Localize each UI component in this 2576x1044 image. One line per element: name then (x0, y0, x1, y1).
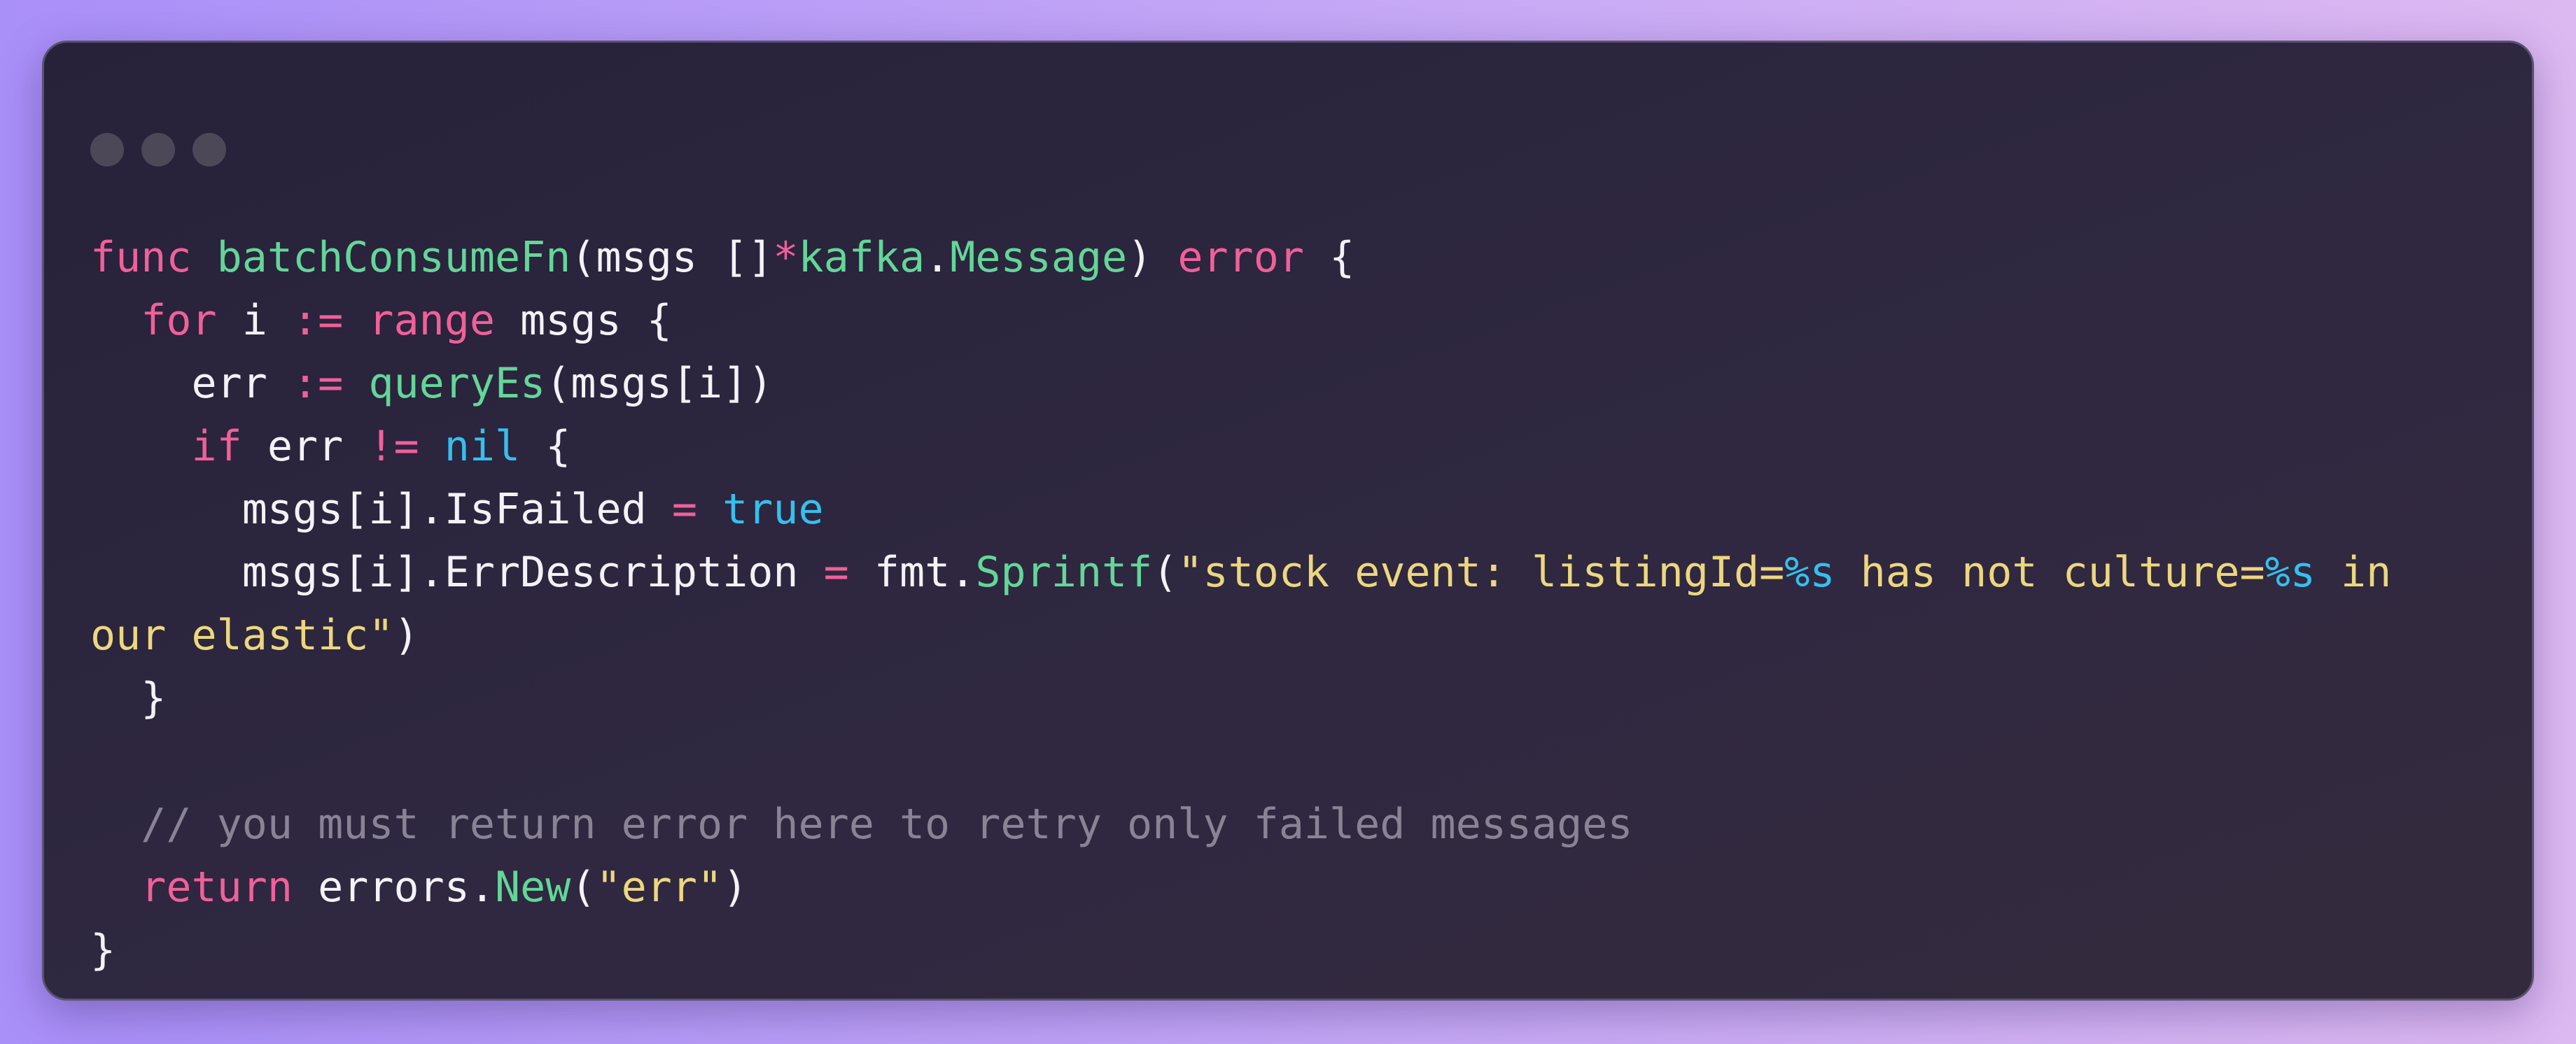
code-token: { (1303, 233, 1355, 282)
code-token: has not culture= (1835, 548, 2265, 597)
code-token: Message (950, 233, 1128, 282)
code-token: "err" (596, 863, 723, 912)
code-token: // you must return error here to retry o… (90, 800, 1633, 849)
code-token: { (520, 422, 571, 471)
code-token: msgs { (495, 296, 672, 345)
code-token: } (90, 926, 116, 975)
code-token: (msgs[i]) (545, 359, 774, 408)
code-line: return errors.New("err") (90, 856, 2391, 919)
code-line: msgs[i].IsFailed = true (90, 478, 2391, 541)
code-window: func batchConsumeFn(msgs []*kafka.Messag… (42, 41, 2534, 1001)
code-token: err (90, 359, 293, 408)
code-token: (msgs [] (570, 233, 774, 282)
code-token: := (293, 296, 344, 345)
code-token: . (925, 233, 951, 282)
code-token: ) (722, 863, 748, 912)
code-token: } (90, 674, 167, 723)
code-token: "stock event: listingId= (1177, 548, 1785, 597)
code-token: func (90, 233, 192, 282)
code-token: msgs[i].ErrDescription (90, 548, 824, 597)
code-token: i (216, 296, 293, 345)
code-token: ( (570, 863, 596, 912)
code-line: msgs[i].ErrDescription = fmt.Sprintf("st… (90, 541, 2392, 604)
code-token: if (191, 422, 242, 471)
code-token: in (2315, 548, 2392, 597)
code-token: our elastic" (90, 611, 394, 660)
code-line: our elastic") (90, 604, 2391, 667)
code-token: return (141, 863, 293, 912)
code-line: if err != nil { (90, 415, 2391, 478)
window-controls (90, 133, 226, 167)
code-token: * (773, 233, 799, 282)
code-token: queryEs (368, 359, 546, 408)
code-token: err (241, 422, 369, 471)
code-token: fmt. (848, 548, 976, 597)
code-token: New (494, 863, 571, 912)
code-token: kafka (798, 233, 925, 282)
code-token: = (671, 485, 697, 534)
close-dot-icon[interactable] (90, 133, 124, 167)
code-block: func batchConsumeFn(msgs []*kafka.Messag… (90, 226, 2391, 982)
code-token: range (368, 296, 495, 345)
code-token: ) (393, 611, 419, 660)
code-line: err := queryEs(msgs[i]) (90, 352, 2391, 415)
minimize-dot-icon[interactable] (141, 133, 175, 167)
code-token: msgs[i].IsFailed (90, 485, 672, 534)
code-token: Sprintf (975, 548, 1153, 597)
code-line: } (90, 919, 2391, 982)
code-token: != (368, 422, 419, 471)
code-token: ) (1127, 233, 1178, 282)
code-token: ( (1152, 548, 1178, 597)
code-line: func batchConsumeFn(msgs []*kafka.Messag… (90, 226, 2391, 289)
code-token: nil (444, 422, 521, 471)
code-token: batchConsumeFn (216, 233, 571, 282)
code-line: // you must return error here to retry o… (90, 793, 2391, 856)
code-token: %s (1784, 548, 1835, 597)
code-token: := (292, 359, 344, 408)
code-token: error (1177, 233, 1304, 282)
code-line: for i := range msgs { (90, 289, 2391, 352)
code-token: for (141, 296, 217, 345)
code-token: errors. (293, 863, 495, 912)
code-token: true (722, 485, 824, 534)
code-token: %s (2264, 548, 2316, 597)
zoom-dot-icon[interactable] (192, 133, 226, 167)
code-line: } (90, 667, 2391, 730)
code-token: = (823, 548, 849, 597)
